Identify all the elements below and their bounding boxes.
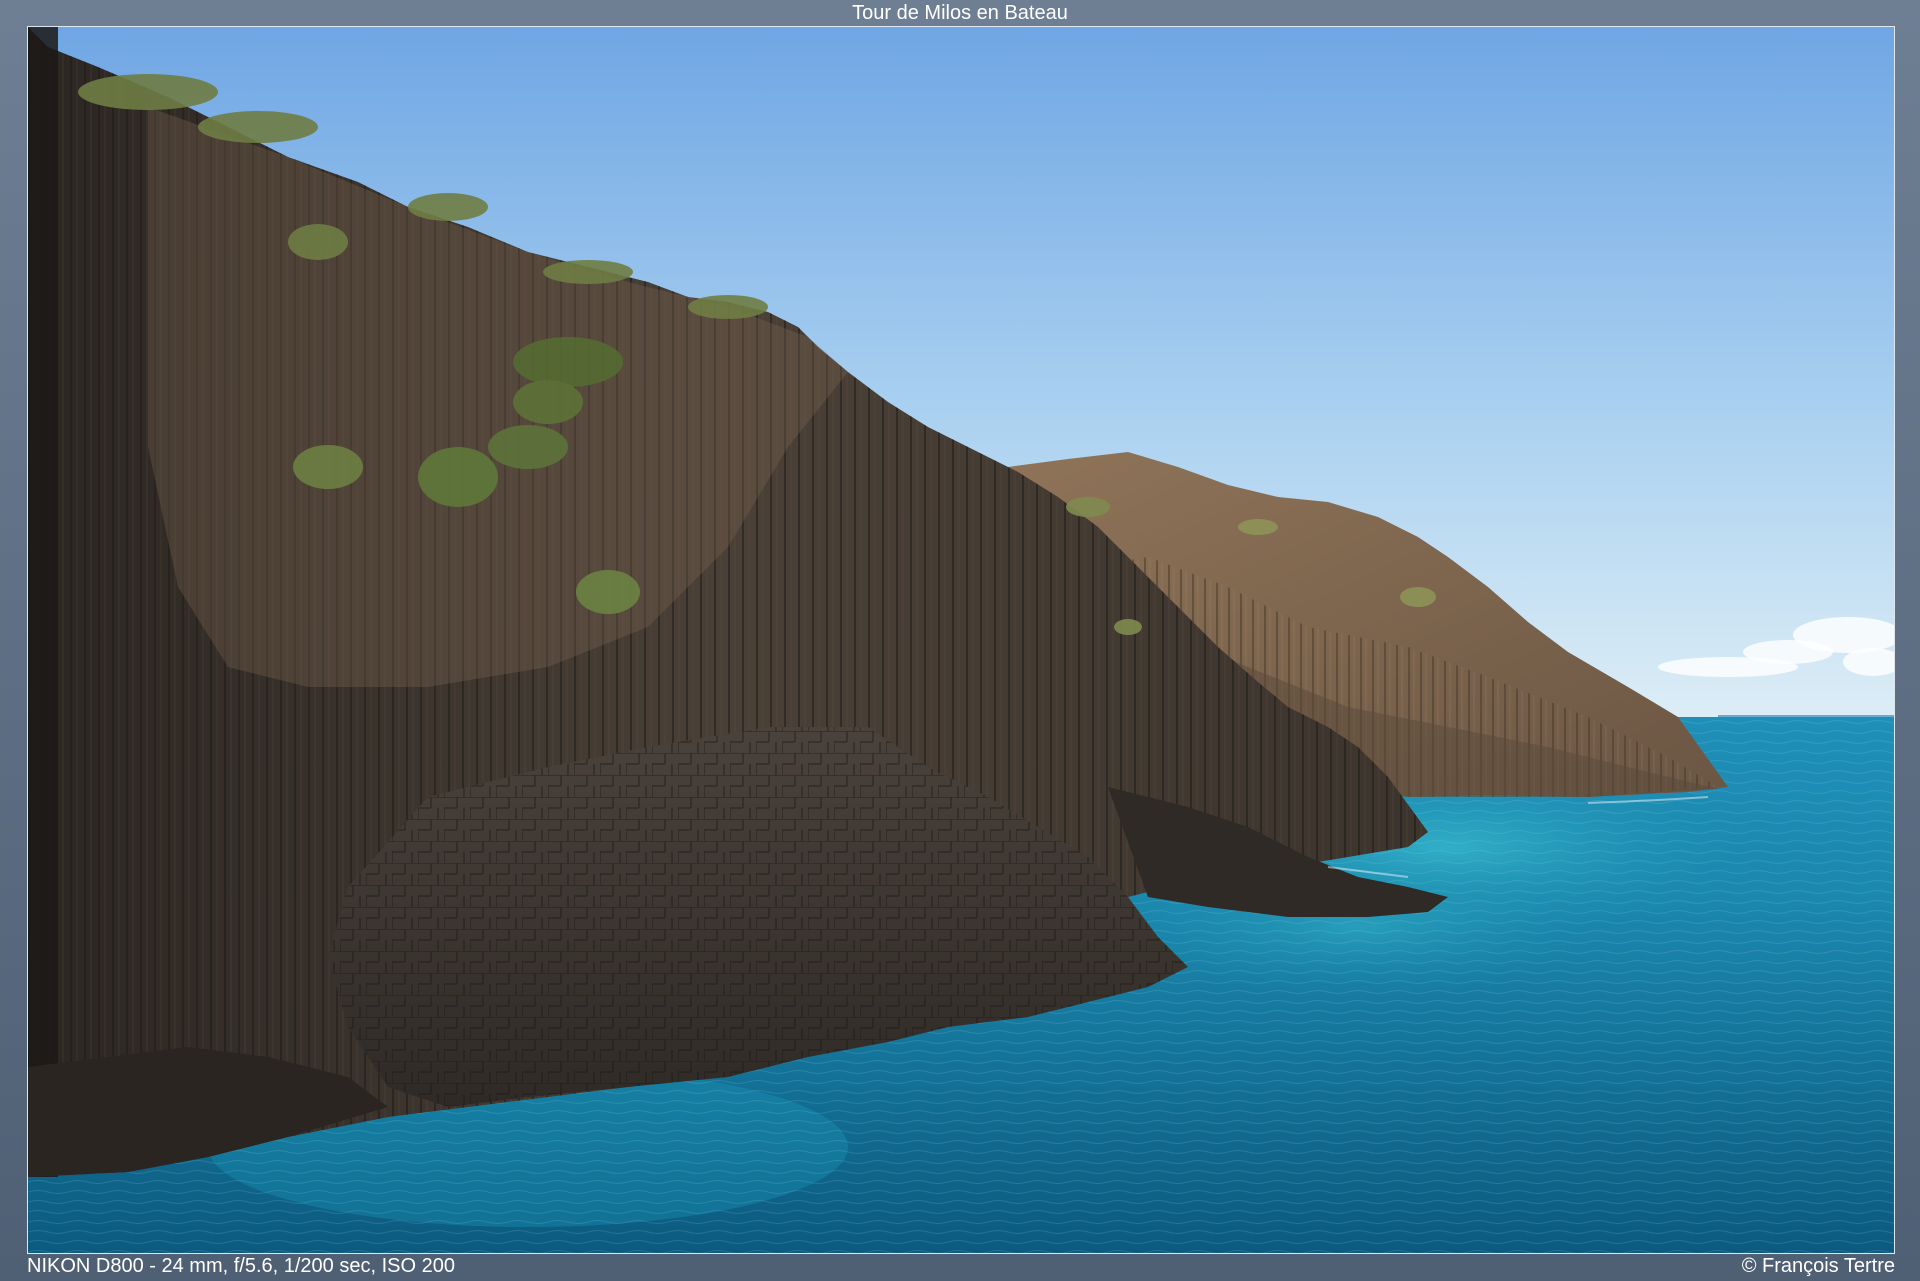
photo-title: Tour de Milos en Bateau (852, 2, 1068, 24)
photo-viewer-frame: Tour de Milos en Bateau NIKON D800 - 24 … (0, 0, 1920, 1281)
exif-caption: NIKON D800 - 24 mm, f/5.6, 1/200 sec, IS… (27, 1255, 455, 1277)
photo-image (28, 27, 1894, 1253)
photo (27, 26, 1895, 1254)
copyright-caption: © François Tertre (1741, 1255, 1895, 1277)
cliff-left-edge (28, 27, 58, 1177)
